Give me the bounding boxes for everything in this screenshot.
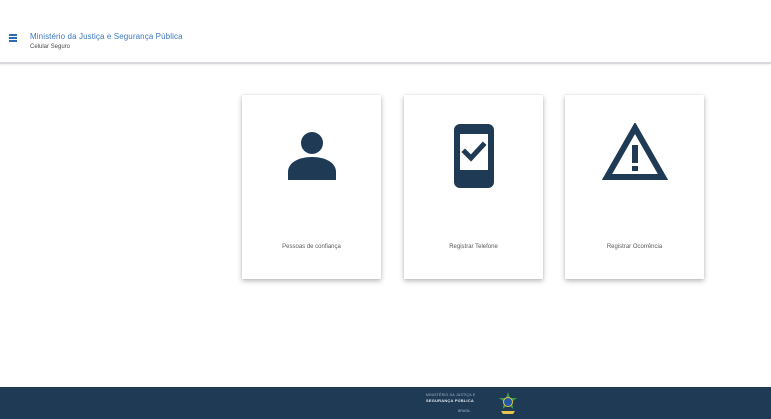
person-icon bbox=[242, 123, 381, 193]
register-incident-card[interactable]: Registrar Ocorrência bbox=[565, 95, 704, 279]
footer: MINISTÉRIO DA JUSTIÇA E SEGURANÇA PÚBLIC… bbox=[0, 387, 771, 419]
menu-icon[interactable] bbox=[9, 34, 17, 42]
warning-icon bbox=[565, 123, 704, 193]
footer-ministry-text: MINISTÉRIO DA JUSTIÇA E SEGURANÇA PÚBLIC… bbox=[426, 393, 496, 413]
brazil-coat-of-arms-icon bbox=[497, 391, 519, 415]
footer-line2: SEGURANÇA PÚBLICA bbox=[426, 398, 474, 403]
org-title: Ministério da Justiça e Segurança Públic… bbox=[30, 32, 183, 41]
footer-line3: BRASIL bbox=[458, 409, 471, 413]
trusted-contacts-label: Pessoas de confiança bbox=[282, 244, 341, 250]
register-incident-label: Registrar Ocorrência bbox=[606, 244, 663, 250]
trusted-contacts-card[interactable]: Pessoas de confiança bbox=[242, 95, 381, 279]
footer-line1: MINISTÉRIO DA JUSTIÇA E bbox=[426, 393, 476, 397]
register-phone-label: Registrar Telefone bbox=[449, 244, 498, 250]
register-phone-card[interactable]: Registrar Telefone bbox=[404, 95, 543, 279]
app-header: Ministério da Justiça e Segurança Públic… bbox=[0, 0, 771, 64]
phone-check-icon bbox=[404, 123, 543, 193]
app-subtitle: Celular Seguro bbox=[30, 44, 71, 50]
